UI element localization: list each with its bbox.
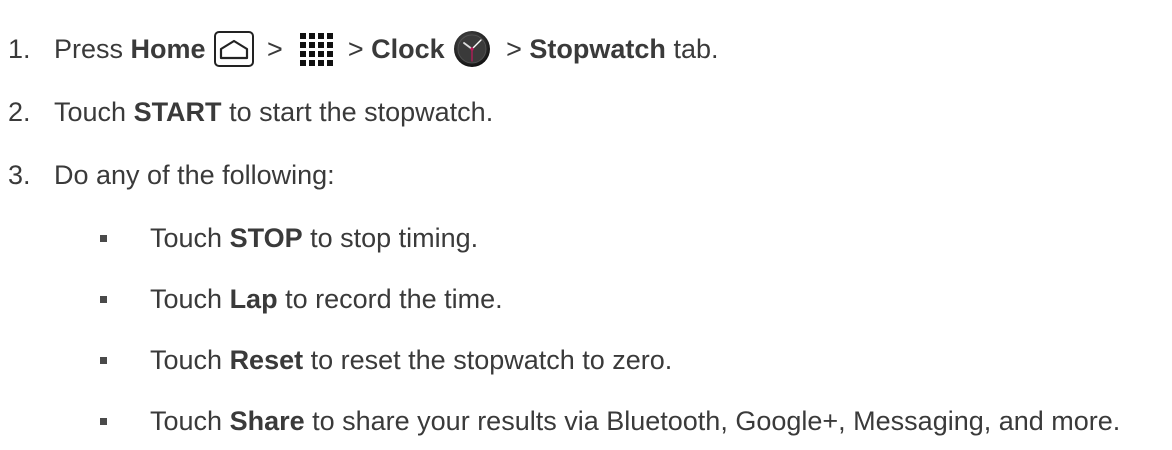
bullet-text: to share your results via Bluetooth, Goo… bbox=[304, 406, 1121, 436]
lap-label: Lap bbox=[229, 284, 278, 314]
bullet-text: Touch bbox=[150, 223, 230, 253]
home-label: Home bbox=[130, 34, 206, 64]
bullet-text: to record the time. bbox=[277, 284, 503, 314]
bullet-item-stop: Touch STOP to stop timing. bbox=[100, 222, 478, 254]
apps-grid-icon bbox=[298, 31, 334, 67]
bullet-square-icon bbox=[100, 295, 107, 303]
step-1: 1. Press Home > > Clock > Stopwatch tab. bbox=[8, 30, 718, 68]
bullet-text: Touch bbox=[150, 345, 230, 375]
step-text: Press bbox=[54, 34, 131, 64]
step-number: 1. bbox=[8, 34, 31, 64]
bullet-text: to reset the stopwatch to zero. bbox=[303, 345, 673, 375]
share-label: Share bbox=[229, 406, 305, 436]
start-label: START bbox=[133, 97, 222, 127]
clock-label: Clock bbox=[371, 34, 445, 64]
separator: > bbox=[498, 34, 530, 64]
bullet-item-reset: Touch Reset to reset the stopwatch to ze… bbox=[100, 344, 672, 376]
home-key-icon bbox=[213, 31, 254, 67]
bullet-item-share: Touch Share to share your results via Bl… bbox=[100, 405, 1120, 437]
clock-app-icon bbox=[453, 30, 491, 68]
bullet-square-icon bbox=[100, 356, 107, 364]
stop-label: STOP bbox=[229, 223, 303, 253]
step-text: Touch bbox=[54, 97, 134, 127]
step-number: 2. bbox=[8, 97, 31, 127]
bullet-text: Touch bbox=[150, 284, 230, 314]
separator: > bbox=[259, 34, 291, 64]
step-text: tab. bbox=[665, 34, 719, 64]
bullet-square-icon bbox=[100, 417, 107, 425]
bullet-text: Touch bbox=[150, 406, 230, 436]
instruction-document: 1. Press Home > > Clock > Stopwatch tab.… bbox=[0, 0, 1172, 450]
bullet-item-lap: Touch Lap to record the time. bbox=[100, 283, 503, 315]
step-3: 3. Do any of the following: bbox=[8, 159, 335, 191]
stopwatch-label: Stopwatch bbox=[529, 34, 666, 64]
bullet-square-icon bbox=[100, 234, 107, 242]
step-number: 3. bbox=[8, 160, 31, 190]
step-text: Do any of the following: bbox=[54, 160, 335, 190]
reset-label: Reset bbox=[229, 345, 304, 375]
step-2: 2. Touch START to start the stopwatch. bbox=[8, 96, 493, 128]
bullet-text: to stop timing. bbox=[302, 223, 479, 253]
step-text: to start the stopwatch. bbox=[221, 97, 494, 127]
separator: > bbox=[340, 34, 372, 64]
